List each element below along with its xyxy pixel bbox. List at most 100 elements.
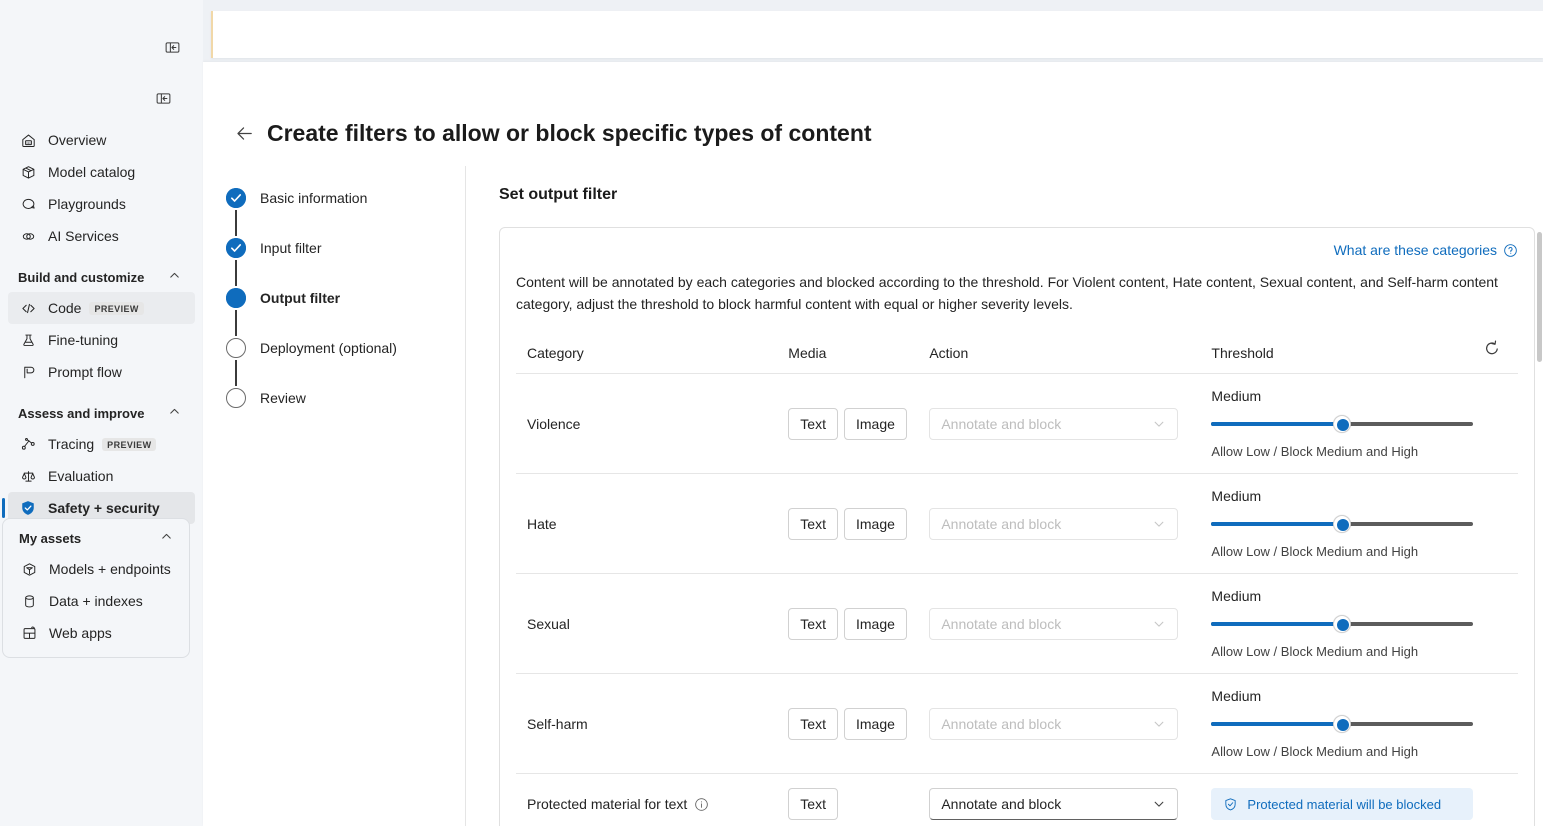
- step-complete-icon: [226, 188, 246, 208]
- threshold-slider[interactable]: [1211, 715, 1473, 733]
- slider-thumb[interactable]: [1333, 715, 1351, 733]
- media-button-text[interactable]: Text: [788, 408, 838, 440]
- wizard-step-basic-information[interactable]: Basic information: [224, 186, 465, 210]
- threshold-slider[interactable]: [1211, 415, 1473, 433]
- sidebar-item-label: Fine-tuning: [48, 332, 118, 348]
- action-dropdown-value: Annotate and block: [941, 796, 1152, 812]
- media-button-text[interactable]: Text: [788, 788, 838, 820]
- page-scrollbar-thumb[interactable]: [1537, 232, 1542, 362]
- slider-fill: [1211, 422, 1342, 426]
- wizard-step-label: Review: [260, 390, 306, 406]
- sidebar-item-tracing[interactable]: Tracing PREVIEW: [8, 428, 195, 460]
- database-icon: [19, 591, 39, 611]
- filters-table-body: Violence Text Image Annotate and block: [516, 374, 1518, 826]
- sidebar-item-label: Playgrounds: [48, 196, 126, 212]
- action-dropdown[interactable]: Annotate and block: [929, 408, 1178, 440]
- preview-badge: PREVIEW: [102, 438, 156, 451]
- sidebar-group-label: Assess and improve: [18, 406, 144, 421]
- sidebar-group-assess-and-improve[interactable]: Assess and improve: [8, 398, 195, 428]
- sidebar-group-my-assets[interactable]: My assets: [9, 523, 183, 553]
- chevron-down-icon: [1152, 797, 1166, 811]
- action-dropdown[interactable]: Annotate and block: [929, 708, 1178, 740]
- column-header-action: Action: [929, 335, 1211, 374]
- collapse-panel-icon-bottom[interactable]: [152, 87, 174, 109]
- media-button-image[interactable]: Image: [844, 708, 907, 740]
- tracing-icon: [18, 434, 38, 454]
- app-root: Overview Model catalog: [0, 0, 1543, 826]
- reset-defaults-icon[interactable]: [1479, 335, 1505, 361]
- column-header-threshold: Threshold: [1211, 335, 1479, 374]
- slider-fill: [1211, 522, 1342, 526]
- sidebar-item-model-catalog[interactable]: Model catalog: [8, 156, 195, 188]
- threshold-value-label: Medium: [1211, 388, 1475, 404]
- category-label: Violence: [527, 416, 580, 432]
- sidebar-item-label: Web apps: [49, 625, 112, 641]
- cell-category: Self-harm: [516, 674, 788, 774]
- threshold-slider[interactable]: [1211, 515, 1473, 533]
- sidebar-item-prompt-flow[interactable]: Prompt flow: [8, 356, 195, 388]
- step-current-icon: [226, 288, 246, 308]
- cell-category: Hate: [516, 474, 788, 574]
- wizard-step-review[interactable]: Review: [224, 386, 465, 410]
- what-are-these-categories-link[interactable]: What are these categories: [1334, 242, 1518, 258]
- action-dropdown-value: Annotate and block: [941, 716, 1152, 732]
- threshold-value-label: Medium: [1211, 488, 1475, 504]
- sidebar-item-playgrounds[interactable]: Playgrounds: [8, 188, 195, 220]
- slider-thumb[interactable]: [1333, 615, 1351, 633]
- left-sidebar: Overview Model catalog: [0, 0, 203, 826]
- chevron-up-icon: [160, 530, 173, 546]
- wizard-step-deployment[interactable]: Deployment (optional): [224, 336, 465, 360]
- cell-spacer: [1479, 674, 1518, 774]
- wizard-step-input-filter[interactable]: Input filter: [224, 236, 465, 260]
- filter-description: Content will be annotated by each catego…: [516, 271, 1501, 315]
- action-dropdown-value: Annotate and block: [941, 416, 1152, 432]
- filters-table: Category Media Action Threshold: [516, 335, 1518, 826]
- action-dropdown[interactable]: Annotate and block: [929, 788, 1178, 820]
- sidebar-item-fine-tuning[interactable]: Fine-tuning: [8, 324, 195, 356]
- media-button-image[interactable]: Image: [844, 608, 907, 640]
- output-filter-card: What are these categories Content will b…: [499, 227, 1535, 826]
- cell-threshold: Medium Allow Low / Block Medium and High: [1211, 674, 1479, 774]
- cell-threshold: Medium Allow Low / Block Medium and High: [1211, 374, 1479, 474]
- sidebar-item-web-apps[interactable]: Web apps: [9, 617, 183, 649]
- protected-material-note: Protected material will be blocked: [1211, 788, 1473, 820]
- cell-action: Annotate and block: [929, 474, 1211, 574]
- sidebar-item-overview[interactable]: Overview: [8, 124, 195, 156]
- back-arrow-icon[interactable]: [229, 118, 259, 148]
- sidebar-item-label: Safety + security: [48, 500, 160, 516]
- slider-thumb[interactable]: [1333, 515, 1351, 533]
- sidebar-item-evaluation[interactable]: Evaluation: [8, 460, 195, 492]
- column-header-reset: [1479, 335, 1518, 374]
- slider-fill: [1211, 622, 1342, 626]
- media-button-text[interactable]: Text: [788, 608, 838, 640]
- sidebar-item-code[interactable]: Code PREVIEW: [8, 292, 195, 324]
- slider-fill: [1211, 722, 1342, 726]
- action-dropdown[interactable]: Annotate and block: [929, 508, 1178, 540]
- page-scrollbar[interactable]: [1536, 62, 1543, 826]
- media-button-text[interactable]: Text: [788, 508, 838, 540]
- chevron-down-icon: [1152, 417, 1166, 431]
- wizard-step-output-filter[interactable]: Output filter: [224, 286, 465, 310]
- cell-action: Annotate and block: [929, 574, 1211, 674]
- sidebar-item-label: Code: [48, 300, 81, 316]
- wizard-step-label: Input filter: [260, 240, 321, 256]
- sidebar-item-ai-services[interactable]: AI Services: [8, 220, 195, 252]
- media-button-text[interactable]: Text: [788, 708, 838, 740]
- collapse-panel-icon-top[interactable]: [161, 36, 183, 58]
- table-row: Sexual Text Image Annotate and block: [516, 574, 1518, 674]
- slider-thumb[interactable]: [1333, 415, 1351, 433]
- action-dropdown[interactable]: Annotate and block: [929, 608, 1178, 640]
- cell-spacer: [1479, 374, 1518, 474]
- wizard-step-label: Output filter: [260, 290, 340, 306]
- step-connector: [235, 360, 237, 386]
- media-button-image[interactable]: Image: [844, 408, 907, 440]
- sidebar-group-build-and-customize[interactable]: Build and customize: [8, 262, 195, 292]
- info-icon[interactable]: [694, 797, 709, 812]
- threshold-slider[interactable]: [1211, 615, 1473, 633]
- sidebar-nav-list: Overview Model catalog: [0, 124, 203, 524]
- sidebar-item-models-endpoints[interactable]: Models + endpoints: [9, 553, 183, 585]
- sidebar-item-data-indexes[interactable]: Data + indexes: [9, 585, 183, 617]
- media-button-image[interactable]: Image: [844, 508, 907, 540]
- cell-media: Text Image: [788, 674, 929, 774]
- step-pending-icon: [226, 338, 246, 358]
